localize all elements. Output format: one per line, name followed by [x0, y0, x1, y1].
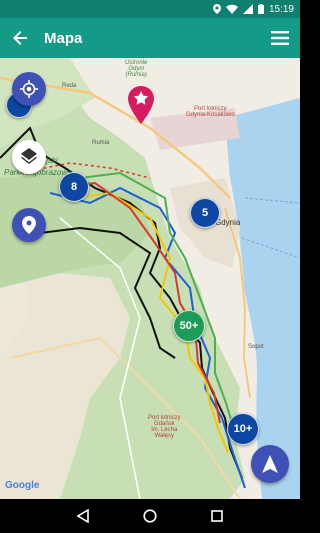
recents-nav-button[interactable]	[205, 504, 229, 528]
battery-icon	[257, 4, 264, 14]
cluster-marker[interactable]: 5	[190, 198, 220, 228]
map-label-sopot: Sopot	[248, 344, 264, 350]
signal-icon	[242, 4, 253, 14]
page-title: Mapa	[44, 29, 83, 47]
map-pin-icon	[22, 216, 36, 234]
wifi-icon	[225, 4, 238, 14]
layers-icon	[21, 148, 37, 164]
menu-button[interactable]	[260, 18, 300, 58]
circle-home-icon	[143, 509, 157, 523]
map-label-port-gdansk: Port lotniczy Gdańsk im. Lecha Wałęsy	[148, 415, 181, 439]
status-bar: 15:19	[0, 0, 300, 18]
hamburger-menu-icon	[271, 31, 289, 45]
cluster-marker[interactable]: 50+	[173, 310, 205, 342]
back-nav-button[interactable]	[71, 504, 95, 528]
my-location-icon	[20, 80, 38, 98]
app-bar: Mapa	[0, 18, 300, 58]
arrow-left-icon	[13, 31, 27, 45]
google-logo: Google	[5, 480, 39, 491]
status-time: 15:19	[268, 3, 294, 15]
navigation-arrow-icon	[262, 455, 278, 473]
navigate-button[interactable]	[251, 445, 289, 483]
map-label-rumia-district: Ustronie Gdyni (Rumia)	[125, 60, 148, 78]
map-label-reda: Reda	[62, 83, 77, 89]
square-recents-icon	[210, 510, 223, 522]
map-label-rumia: Rumia	[92, 140, 110, 146]
layers-button[interactable]	[12, 140, 46, 174]
location-status-icon	[212, 4, 221, 14]
cluster-marker[interactable]: 10+	[227, 413, 259, 445]
system-nav-bar	[0, 499, 300, 533]
triangle-back-icon	[77, 509, 90, 523]
map-label-gdynia: Gdynia	[215, 218, 241, 227]
google-attribution-text: Google	[5, 480, 40, 491]
add-pin-button[interactable]	[12, 208, 46, 242]
home-nav-button[interactable]	[138, 504, 162, 528]
poi-marker-icon[interactable]	[128, 86, 154, 124]
my-location-button[interactable]	[12, 72, 46, 106]
cluster-marker[interactable]: 8	[59, 172, 89, 202]
back-button[interactable]	[0, 18, 40, 58]
map-label-port-gdynia: Port lotniczy Gdynia-Kosakowo	[186, 106, 235, 118]
